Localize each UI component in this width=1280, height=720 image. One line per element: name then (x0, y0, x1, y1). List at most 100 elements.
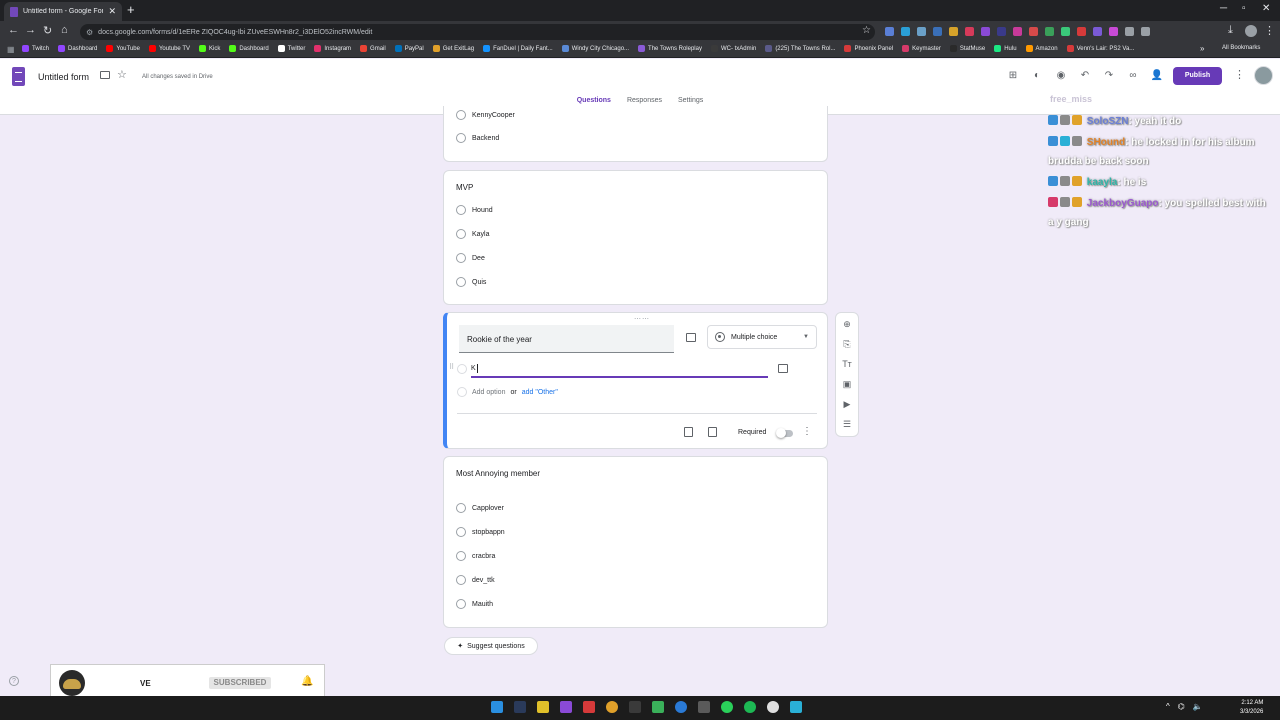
radio-button[interactable] (456, 575, 466, 585)
app-icon[interactable] (698, 701, 710, 713)
question-card-annoying[interactable]: Most Annoying member Capplover stopbappn… (443, 456, 828, 628)
question-title-input[interactable]: Rookie of the year (459, 325, 674, 353)
option-item[interactable]: Kayla (456, 229, 490, 239)
import-questions-icon[interactable]: ⎘ (841, 339, 853, 350)
add-title-icon[interactable]: Tт (841, 359, 853, 370)
maximize-icon[interactable]: ▫ (1242, 3, 1246, 14)
help-icon[interactable]: ? (9, 676, 19, 686)
extension-icon[interactable] (1029, 27, 1038, 36)
app-icon[interactable] (560, 701, 572, 713)
bookmark-item[interactable]: (225) The Towns Rol... (765, 45, 835, 52)
add-video-icon[interactable]: ▶ (841, 399, 853, 410)
option-item[interactable]: stopbappn (456, 527, 505, 537)
palette-icon[interactable]: ◐ (1030, 69, 1044, 83)
option-item[interactable]: Capplover (456, 503, 504, 513)
bookmark-item[interactable]: PayPal (394, 45, 424, 52)
bookmark-item[interactable]: Youtube TV (148, 45, 190, 52)
question-type-dropdown[interactable]: Multiple choice ▼ (707, 325, 817, 349)
site-info-icon[interactable]: ⚙ (86, 28, 93, 37)
app-icon[interactable] (629, 701, 641, 713)
bookmark-item[interactable]: Dashboard (229, 45, 269, 52)
app-icon[interactable] (767, 701, 779, 713)
extension-icon[interactable] (949, 27, 958, 36)
bookmark-item[interactable]: Venn's Lair: PS2 Va... (1066, 45, 1134, 52)
extension-icon[interactable] (917, 27, 926, 36)
question-card-mvp[interactable]: MVP Hound Kayla Dee Quis (443, 170, 828, 305)
add-other-link[interactable]: add "Other" (522, 389, 558, 396)
extensions-puzzle-icon[interactable] (1141, 27, 1150, 36)
steam-icon[interactable] (514, 701, 526, 713)
option-item[interactable]: dev_ttk (456, 575, 495, 585)
bell-icon[interactable]: 🔔 (301, 676, 313, 687)
option-input[interactable]: K (471, 362, 768, 378)
chrome-menu-icon[interactable]: ⋮ (1264, 24, 1275, 37)
bookmark-item[interactable]: Amazon (1025, 45, 1058, 52)
add-collaborator-icon[interactable]: 👤 (1150, 69, 1164, 83)
bookmark-item[interactable]: Twitter (277, 45, 305, 52)
radio-button[interactable] (456, 229, 466, 239)
radio-button[interactable] (456, 110, 466, 120)
radio-button[interactable] (456, 253, 466, 263)
new-tab-icon[interactable]: + (127, 2, 135, 17)
undo-icon[interactable]: ↶ (1078, 69, 1092, 83)
bookmark-item[interactable]: Phoenix Panel (844, 45, 893, 52)
bookmark-item[interactable]: WC- txAdmin (710, 45, 756, 52)
extension-icon[interactable] (901, 27, 910, 36)
url-bar[interactable]: ⚙ docs.google.com/forms/d/1eERe ZIQOC4ug… (80, 24, 875, 40)
form-title[interactable]: Untitled form (38, 72, 89, 82)
browser-tab[interactable]: Untitled form - Google Forms ✕ (4, 2, 122, 21)
more-bookmarks-icon[interactable]: » (1200, 44, 1204, 53)
radio-button[interactable] (456, 205, 466, 215)
redo-icon[interactable]: ↷ (1102, 69, 1116, 83)
extension-icon[interactable] (933, 27, 942, 36)
apps-grid-icon[interactable]: ▦ (7, 45, 15, 54)
back-icon[interactable]: ← (8, 24, 19, 36)
link-icon[interactable]: ∞ (1126, 69, 1140, 83)
add-option-link[interactable]: Add option (472, 389, 505, 396)
suggest-questions-button[interactable]: ✦ Suggest questions (444, 637, 538, 655)
radio-button[interactable] (456, 503, 466, 513)
forward-icon[interactable]: → (25, 24, 36, 36)
option-item[interactable]: Backend (456, 133, 499, 143)
subscribed-button[interactable]: SUBSCRIBED (209, 677, 271, 689)
question-more-icon[interactable]: ⋮ (802, 426, 812, 437)
option-item[interactable]: Quis (456, 277, 486, 287)
option-item[interactable]: Dee (456, 253, 485, 263)
extension-icon[interactable] (1061, 27, 1070, 36)
google-forms-logo-icon[interactable] (12, 67, 25, 86)
app-icon[interactable] (721, 701, 733, 713)
preview-eye-icon[interactable]: ◉ (1054, 69, 1068, 83)
option-drag-handle-icon[interactable]: ⠿ (449, 363, 454, 371)
duplicate-icon[interactable] (684, 427, 693, 437)
bookmark-item[interactable]: FanDuel | Daily Fant... (483, 45, 553, 52)
bookmark-item[interactable]: Kick (198, 45, 220, 52)
add-section-icon[interactable]: ☰ (841, 419, 853, 430)
extension-icon[interactable] (1045, 27, 1054, 36)
radio-button[interactable] (456, 599, 466, 609)
bookmark-item[interactable]: Twitch (22, 45, 49, 52)
radio-button[interactable] (456, 133, 466, 143)
required-toggle[interactable] (776, 428, 793, 438)
star-icon[interactable]: ☆ (117, 68, 127, 81)
file-explorer-icon[interactable] (537, 701, 549, 713)
bookmark-item[interactable]: Gmail (360, 45, 386, 52)
close-window-icon[interactable]: ✕ (1262, 3, 1270, 14)
radio-button[interactable] (456, 551, 466, 561)
extension-icon[interactable] (1093, 27, 1102, 36)
bookmark-item[interactable]: The Towns Roleplay (638, 45, 702, 52)
option-item[interactable]: Mauith (456, 599, 493, 609)
option-item[interactable]: Hound (456, 205, 493, 215)
extension-icon[interactable] (965, 27, 974, 36)
more-options-icon[interactable]: ⋮ (1234, 68, 1245, 81)
home-icon[interactable]: ⌂ (61, 24, 68, 36)
app-icon[interactable] (790, 701, 802, 713)
radio-button[interactable] (456, 277, 466, 287)
app-icon[interactable] (675, 701, 687, 713)
clock[interactable]: 2:12 AM 3/3/2026 (1240, 699, 1263, 717)
add-option-image-icon[interactable] (778, 364, 788, 373)
reload-icon[interactable]: ↻ (43, 24, 52, 37)
extension-icon[interactable] (885, 27, 894, 36)
extension-icon[interactable] (981, 27, 990, 36)
app-icon[interactable] (583, 701, 595, 713)
add-image-icon[interactable]: ▣ (841, 379, 853, 390)
